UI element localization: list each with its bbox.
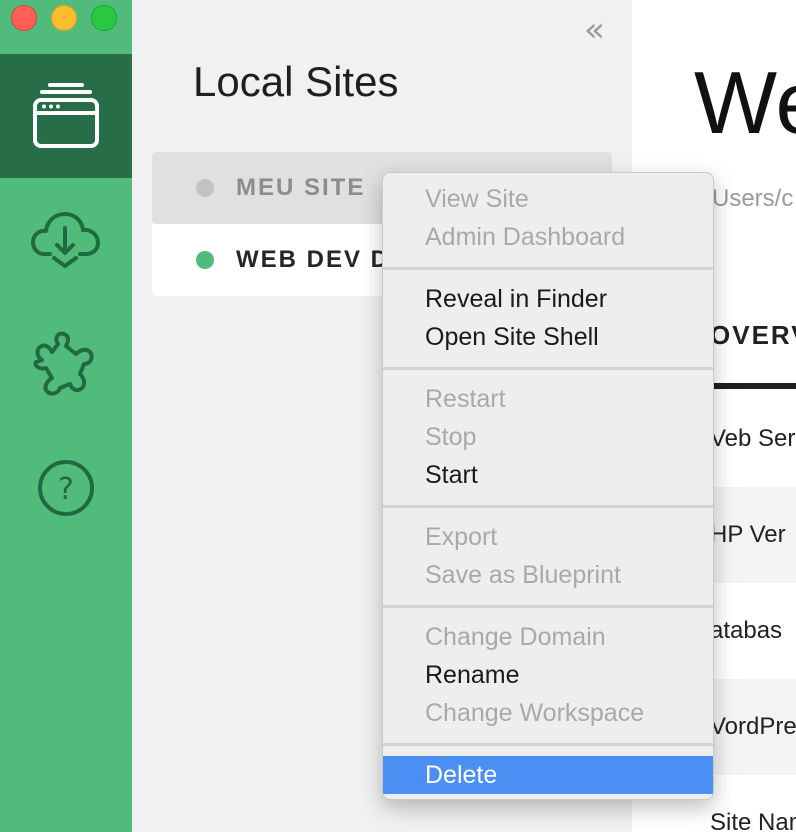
menu-item-change-workspace[interactable]: Change Workspace bbox=[383, 694, 713, 732]
rail-item-sites[interactable] bbox=[0, 54, 132, 178]
menu-item-rename[interactable]: Rename bbox=[383, 656, 713, 694]
status-dot-running bbox=[196, 251, 214, 269]
menu-item-open-site-shell[interactable]: Open Site Shell bbox=[383, 318, 713, 356]
rail-item-addons[interactable] bbox=[0, 302, 132, 426]
site-title: We bbox=[694, 53, 796, 152]
overview-row-label: atabas bbox=[710, 617, 783, 644]
window-close-button[interactable] bbox=[11, 5, 37, 31]
menu-item-reveal-in-finder[interactable]: Reveal in Finder bbox=[383, 280, 713, 318]
menu-item-admin-dashboard[interactable]: Admin Dashboard bbox=[383, 218, 713, 256]
menu-item-change-domain[interactable]: Change Domain bbox=[383, 618, 713, 656]
context-menu: View Site Admin Dashboard Reveal in Find… bbox=[382, 172, 714, 800]
overview-row-label: HP Ver bbox=[710, 487, 796, 583]
help-glyph: ? bbox=[58, 472, 74, 507]
menu-separator bbox=[383, 367, 713, 370]
tab-overview[interactable]: OVERV bbox=[710, 320, 796, 351]
menu-item-stop[interactable]: Stop bbox=[383, 418, 713, 456]
menu-separator bbox=[383, 267, 713, 270]
rail-item-help[interactable]: ? bbox=[0, 426, 132, 550]
puzzle-addons-icon bbox=[33, 331, 94, 396]
menu-item-view-site[interactable]: View Site bbox=[383, 180, 713, 218]
status-dot-stopped bbox=[196, 179, 214, 197]
collapse-sidebar-icon[interactable]: « bbox=[584, 10, 605, 50]
help-icon: ? bbox=[38, 460, 94, 516]
sidebar-rail: ? bbox=[0, 0, 132, 832]
window-minimize-button[interactable] bbox=[51, 5, 77, 31]
site-path[interactable]: Users/c bbox=[712, 185, 793, 213]
menu-item-start[interactable]: Start bbox=[383, 456, 713, 494]
cloud-download-icon bbox=[31, 212, 100, 268]
menu-item-save-as-blueprint[interactable]: Save as Blueprint bbox=[383, 556, 713, 594]
menu-item-delete[interactable]: Delete bbox=[383, 756, 713, 794]
menu-separator bbox=[383, 605, 713, 608]
site-name: WEB DEV D bbox=[236, 246, 391, 273]
menu-item-export[interactable]: Export bbox=[383, 518, 713, 556]
menu-separator bbox=[383, 505, 713, 508]
rail-item-connect[interactable] bbox=[0, 178, 132, 302]
sites-icon bbox=[33, 83, 99, 148]
menu-item-restart[interactable]: Restart bbox=[383, 380, 713, 418]
overview-row-label: VordPre bbox=[710, 679, 796, 775]
overview-row-label: Site Nam bbox=[710, 809, 796, 832]
window-zoom-button[interactable] bbox=[91, 5, 117, 31]
overview-row-label: Veb Ser bbox=[710, 425, 796, 452]
site-name: MEU SITE bbox=[236, 174, 366, 201]
menu-separator bbox=[383, 743, 713, 746]
tab-active-indicator bbox=[710, 383, 796, 389]
panel-title: Local Sites bbox=[193, 58, 399, 105]
